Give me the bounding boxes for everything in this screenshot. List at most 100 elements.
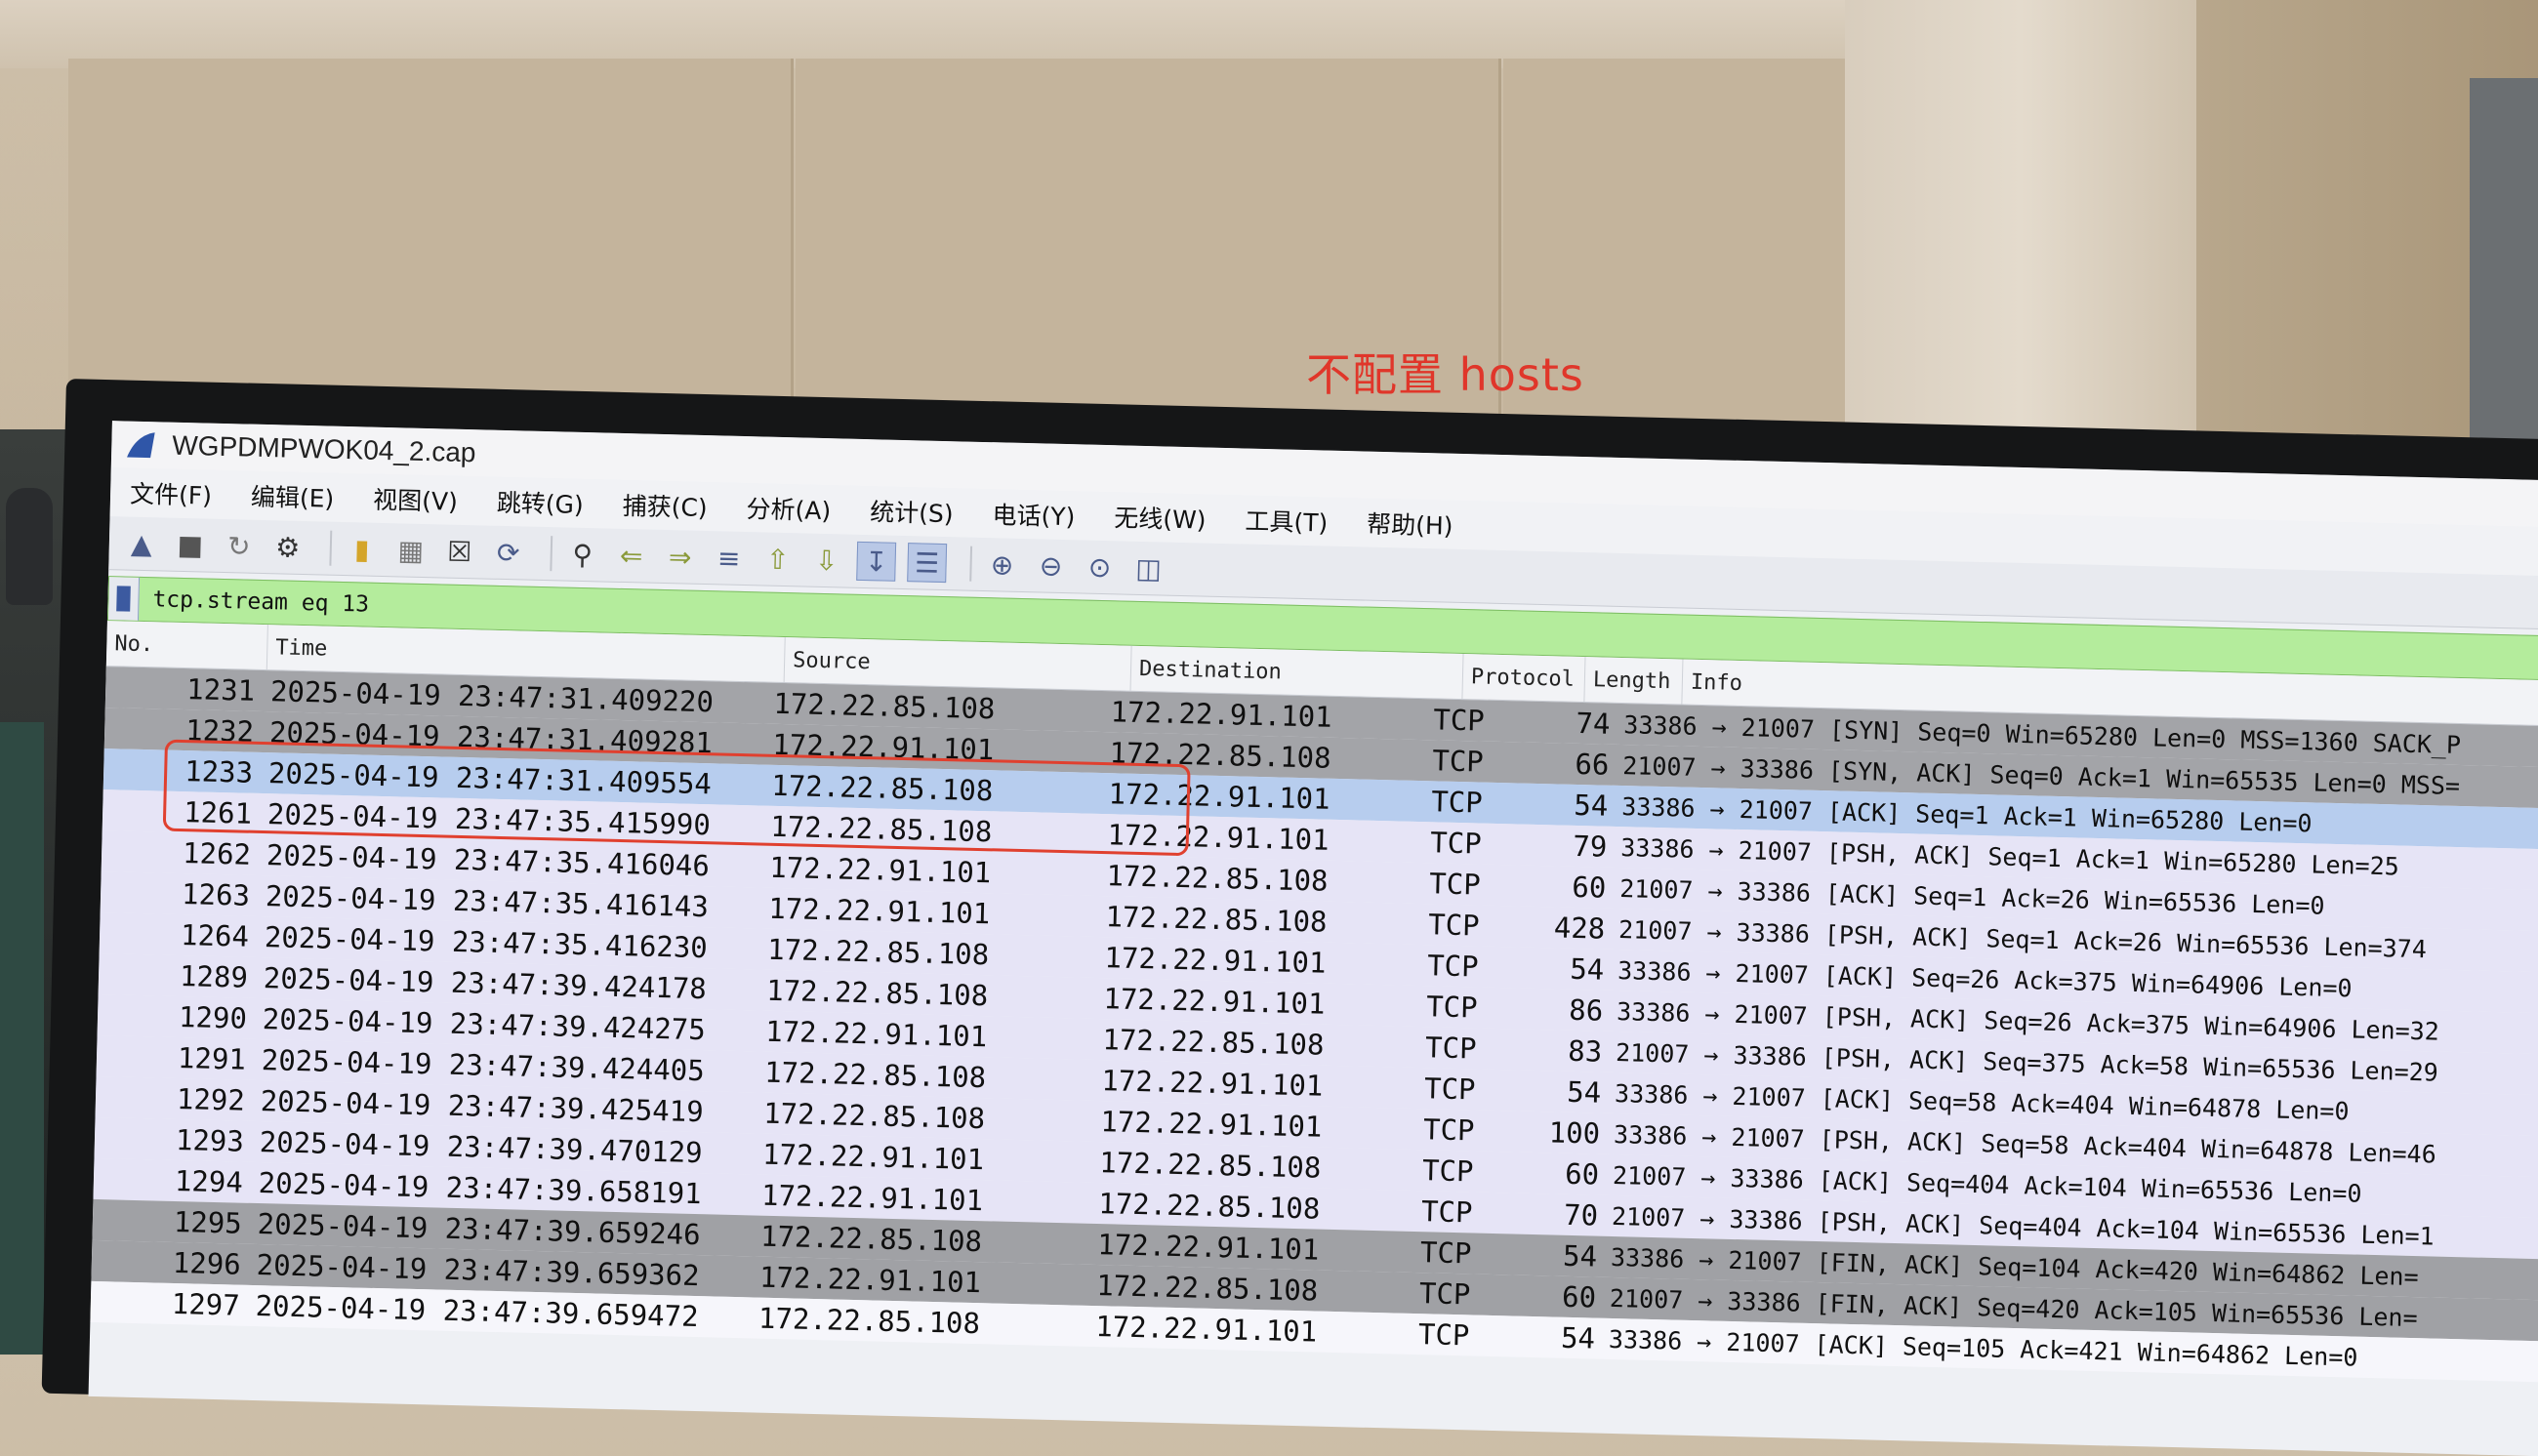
options-icon[interactable]: ⚙ (268, 528, 307, 566)
packet-source: 172.22.85.108 (763, 1055, 987, 1095)
menu-file[interactable]: 文件(F) (130, 475, 213, 512)
packet-length: 66 (1575, 747, 1610, 782)
menu-telephony[interactable]: 电话(Y) (992, 496, 1076, 533)
zoom-in-icon[interactable]: ⊕ (983, 546, 1021, 584)
packet-source: 172.22.91.101 (758, 1260, 982, 1300)
packet-source: 172.22.91.101 (764, 1014, 988, 1054)
packet-destination: 172.22.91.101 (1094, 1310, 1318, 1349)
open-file-icon[interactable]: ▮ (343, 530, 381, 568)
stop-icon[interactable]: ■ (171, 526, 209, 564)
column-header-no[interactable]: No. (105, 621, 268, 670)
packet-protocol: TCP (1420, 1194, 1473, 1230)
packet-length: 86 (1568, 992, 1604, 1028)
packet-protocol: TCP (1422, 1112, 1475, 1148)
zoom-out-icon[interactable]: ⊖ (1032, 546, 1070, 585)
window-edge (2470, 78, 2538, 459)
packet-length: 54 (1566, 1074, 1602, 1110)
packet-source: 172.22.85.108 (765, 973, 989, 1013)
packet-destination: 172.22.91.101 (1110, 695, 1333, 734)
annotation-label: 不配置 hosts (1306, 348, 1584, 401)
packet-source: 172.22.85.108 (762, 1096, 986, 1136)
display-filter-input[interactable]: tcp.stream eq 13 (152, 586, 369, 617)
packet-no: 1297 (171, 1286, 241, 1322)
menu-analyze[interactable]: 分析(A) (746, 490, 831, 527)
packet-destination: 172.22.85.108 (1102, 1023, 1325, 1062)
packet-source: 172.22.85.108 (766, 932, 990, 972)
packet-length: 79 (1572, 829, 1608, 864)
menu-edit[interactable]: 编辑(E) (251, 478, 335, 515)
packet-destination: 172.22.91.101 (1104, 941, 1327, 980)
wireshark-logo-icon (127, 432, 155, 459)
packet-destination: 172.22.91.101 (1103, 982, 1326, 1021)
packet-no: 1294 (174, 1163, 244, 1199)
restart-icon[interactable]: ↻ (220, 527, 258, 565)
packet-length: 70 (1563, 1197, 1599, 1233)
packet-no: 1231 (185, 672, 256, 708)
last-packet-icon[interactable]: ⇩ (807, 542, 845, 580)
packet-source: 172.22.91.101 (760, 1178, 984, 1218)
menu-help[interactable]: 帮助(H) (1367, 506, 1453, 543)
packet-no: 1290 (178, 1000, 248, 1035)
packet-source: 172.22.91.101 (768, 850, 992, 890)
forward-arrow-icon[interactable]: ⇒ (661, 538, 699, 576)
packet-length: 54 (1562, 1238, 1598, 1274)
packet-destination: 172.22.85.108 (1106, 859, 1329, 898)
packet-length: 54 (1560, 1320, 1596, 1355)
packet-protocol: TCP (1425, 990, 1478, 1025)
packet-source: 172.22.85.108 (757, 1301, 981, 1341)
left-partition (0, 722, 44, 1355)
packet-no: 1289 (179, 959, 249, 994)
first-packet-icon[interactable]: ⇧ (758, 540, 797, 578)
packet-length: 74 (1576, 706, 1611, 741)
shark-fin-icon[interactable]: ▲ (122, 524, 160, 562)
save-icon[interactable]: ▦ (391, 531, 430, 569)
menu-go[interactable]: 跳转(G) (496, 484, 584, 521)
back-arrow-icon[interactable]: ⇐ (612, 537, 650, 575)
packet-no: 1295 (173, 1204, 243, 1240)
packet-length: 100 (1548, 1115, 1601, 1151)
filter-bookmark-icon[interactable] (107, 577, 141, 621)
toolbar-separator (329, 530, 333, 566)
go-to-packet-icon[interactable]: ≡ (710, 539, 748, 577)
normal-size-icon[interactable]: ⊙ (1081, 547, 1119, 586)
column-header-destination[interactable]: Destination (1130, 645, 1464, 700)
packet-protocol: TCP (1424, 1031, 1477, 1066)
colorize-icon[interactable]: ☰ (907, 543, 948, 584)
column-header-source[interactable]: Source (784, 637, 1132, 691)
packet-protocol: TCP (1418, 1276, 1471, 1312)
packet-no: 1291 (177, 1040, 247, 1076)
menu-capture[interactable]: 捕获(C) (622, 487, 708, 524)
find-icon[interactable]: ⚲ (563, 536, 601, 574)
wireshark-window: WGPDMPWOK04_2.cap 文件(F) 编辑(E) 视图(V) 跳转(G… (88, 421, 2538, 1456)
autoscroll-icon[interactable]: ↧ (856, 541, 897, 582)
packet-protocol: TCP (1423, 1072, 1476, 1107)
packet-destination: 172.22.85.108 (1105, 900, 1328, 939)
packet-protocol: TCP (1417, 1317, 1470, 1353)
menu-tools[interactable]: 工具(T) (1245, 503, 1329, 540)
reload-icon[interactable]: ⟳ (489, 534, 527, 572)
close-file-icon[interactable]: ☒ (440, 532, 478, 570)
packet-length: 60 (1561, 1279, 1597, 1314)
packet-length: 428 (1553, 910, 1606, 946)
resize-columns-icon[interactable]: ◫ (1129, 549, 1167, 587)
column-header-length[interactable]: Length (1584, 657, 1684, 705)
packet-protocol: TCP (1430, 785, 1484, 820)
packet-length: 54 (1569, 951, 1605, 987)
menu-statistics[interactable]: 统计(S) (870, 493, 954, 530)
packet-no: 1263 (181, 877, 251, 912)
wall-pillar (1845, 0, 2196, 449)
packet-time: 2025-04-19 23:47:39.659472 (255, 1289, 699, 1334)
column-header-protocol[interactable]: Protocol (1462, 654, 1586, 703)
menu-wireless[interactable]: 无线(W) (1114, 499, 1207, 536)
monitor-bezel: WGPDMPWOK04_2.cap 文件(F) 编辑(E) 视图(V) 跳转(G… (41, 379, 2538, 1456)
packet-no: 1262 (182, 836, 252, 871)
packet-length: 60 (1564, 1156, 1600, 1192)
window-title: WGPDMPWOK04_2.cap (171, 429, 476, 468)
menu-view[interactable]: 视图(V) (373, 481, 458, 518)
packet-source: 172.22.85.108 (759, 1219, 983, 1259)
toolbar-separator (550, 536, 553, 572)
packet-no: 1293 (175, 1122, 245, 1158)
packet-no: 1296 (172, 1245, 242, 1281)
packet-source: 172.22.91.101 (767, 891, 991, 931)
packet-protocol: TCP (1428, 867, 1482, 902)
